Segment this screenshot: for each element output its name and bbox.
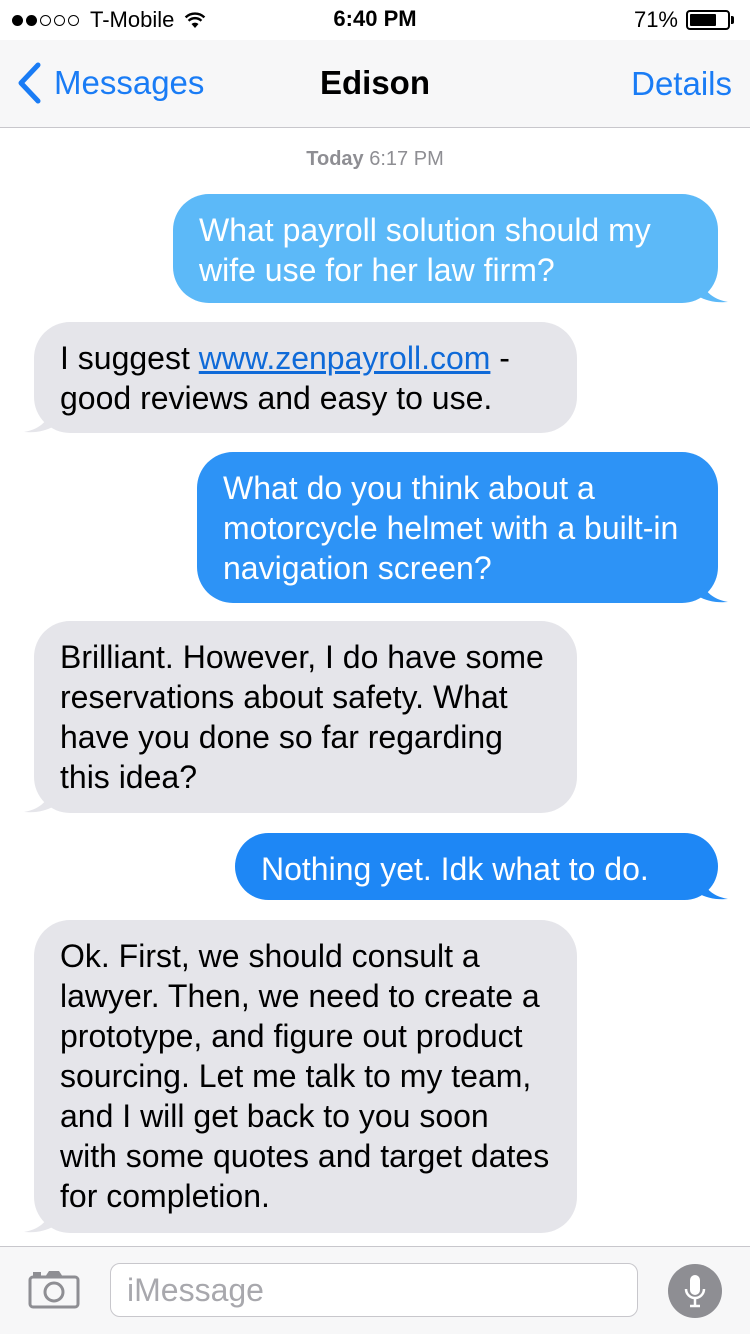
incoming-message-bubble[interactable]: Ok. First, we should consult a lawyer. T… [24,920,577,1233]
battery-level-fill [690,14,716,26]
timestamp-day: Today [306,148,364,170]
message-text: What do you think about a motorcycle hel… [223,470,679,586]
conversation-timestamp: Today 6:17 PM [0,148,750,171]
bubble-tail [24,1201,54,1233]
bubble-tail [698,868,728,900]
navigation-bar: Messages Edison Details [0,40,750,128]
timestamp-time: 6:17 PM [369,148,444,170]
message-link[interactable]: www.zenpayroll.com [199,340,491,376]
incoming-message-bubble[interactable]: Brilliant. However, I do have some reser… [24,621,577,813]
status-right: 71% [634,6,734,34]
battery-percentage: 71% [633,7,678,32]
message-text: Nothing yet. Idk what to do. [261,851,649,887]
message-text: Brilliant. However, I do have some reser… [60,639,544,795]
message-text: Ok. First, we should consult a lawyer. T… [60,938,550,1214]
status-bar: T-Mobile 6:40 PM 71% [0,0,750,40]
details-button[interactable]: Details [631,65,732,103]
bubble-tail [24,401,54,433]
incoming-message-bubble[interactable]: I suggest www.zenpayroll.com - good revi… [24,322,577,433]
microphone-button[interactable] [668,1264,722,1318]
outgoing-message-bubble[interactable]: Nothing yet. Idk what to do. [235,833,728,900]
message-input-bar [0,1246,750,1334]
outgoing-message-bubble[interactable]: What payroll solution should my wife use… [173,194,728,303]
imessage-input[interactable] [110,1263,638,1317]
bubble-tail [698,571,728,603]
battery-icon [686,10,730,30]
microphone-icon [684,1275,706,1308]
outgoing-message-bubble[interactable]: What do you think about a motorcycle hel… [197,452,728,603]
bubble-tail [24,781,54,813]
bubble-tail [698,271,728,303]
message-text-before-link: I suggest [60,340,199,376]
message-text: What payroll solution should my wife use… [199,212,651,288]
battery-tip [731,16,734,24]
camera-icon[interactable] [28,1269,80,1309]
